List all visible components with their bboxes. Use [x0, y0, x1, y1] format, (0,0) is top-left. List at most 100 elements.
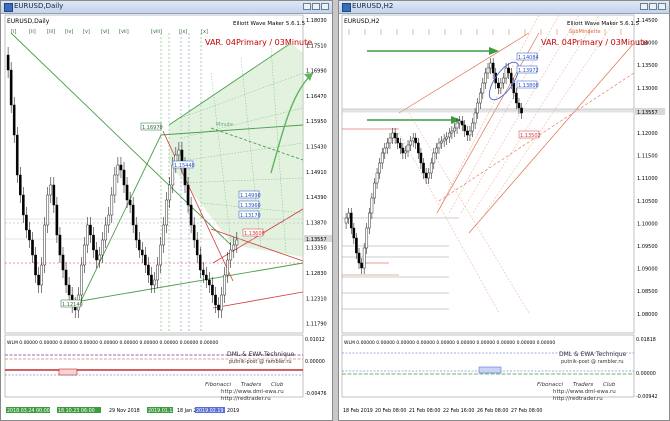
email-label: putnik-post @ rambler.ru — [229, 359, 292, 365]
time-axis-label: 26 Feb 08:00 — [477, 408, 508, 414]
candle-body — [468, 130, 472, 136]
price-axis-label: 1.13870 — [306, 220, 327, 226]
price-axis-label: 1.10500 — [637, 199, 658, 205]
url2-label: http://redtrader.ru — [553, 396, 603, 402]
time-axis-label: 2019 — [227, 408, 239, 414]
time-axis-label: 18 Feb 2019 — [343, 408, 373, 414]
candle-body — [486, 67, 490, 74]
wlm-axis-label: -0.00476 — [305, 391, 327, 397]
wlm-axis-label: 0.01012 — [305, 337, 325, 343]
candle-body — [34, 254, 37, 276]
candle-body — [409, 140, 412, 146]
candle-body — [43, 224, 46, 266]
price-axis-label: 1.14500 — [637, 18, 658, 24]
candle-body — [186, 184, 190, 206]
price-box: 1.16970 — [142, 125, 163, 131]
candle-body — [86, 224, 89, 246]
candle-body — [509, 72, 513, 84]
candle-body — [220, 294, 223, 311]
wlm-label: WLM 0.00000 0.00000 0.00000 0.00000 0.00… — [7, 340, 218, 346]
candle-body — [205, 274, 208, 281]
h2-chart-canvas[interactable]: EURUSD,H2 Elliott Wave Maker 5.6.1.5 Sub… — [339, 13, 670, 421]
candle-body — [92, 234, 95, 251]
price-axis-label: 1.13500 — [637, 63, 658, 69]
h2-window-title: EURUSD,H2 — [352, 2, 394, 10]
candle-body — [46, 194, 50, 226]
wave-label: [ix] — [179, 29, 187, 35]
candle-body — [427, 172, 430, 179]
minimize-button[interactable] — [303, 3, 311, 10]
wave-label: [v] — [83, 29, 90, 35]
price-axis-label: 1.11500 — [637, 154, 658, 160]
candle-body — [165, 199, 169, 226]
candle-body — [217, 304, 220, 311]
candle-body — [406, 144, 410, 152]
candle-body — [104, 224, 107, 241]
time-axis-label: 27 Feb 08:00 — [511, 408, 542, 414]
h2-indicator-name: Elliott Wave Maker 5.6.1.5 — [567, 21, 640, 27]
candle-body — [195, 239, 199, 256]
candle-body — [442, 138, 446, 142]
price-axis-label: 1.12830 — [306, 271, 327, 277]
price-axis-label: 1.12310 — [306, 296, 327, 302]
candle-body — [424, 172, 428, 179]
candle-body — [116, 164, 120, 176]
candle-body — [437, 142, 441, 149]
minimize-button[interactable] — [640, 3, 648, 10]
candle-body — [192, 224, 196, 241]
maximize-button[interactable] — [312, 3, 320, 10]
price-box: 1.13600 — [244, 231, 265, 237]
price-axis-label: 1.15430 — [306, 145, 327, 151]
chart-window-icon — [342, 3, 351, 12]
price-box: 1.15440 — [174, 163, 195, 169]
candle-body — [481, 82, 485, 94]
close-button[interactable] — [321, 3, 329, 10]
candle-body — [455, 122, 459, 129]
price-box: 1.13170 — [240, 213, 261, 219]
club-label: Fibonacci Traders Club — [537, 382, 616, 388]
wave-label: [ii] — [29, 29, 36, 35]
price-box: 1.13800 — [518, 83, 539, 89]
h2-chart-window[interactable]: EURUSD,H2 EURUSD,H2 Elliott Wave Maker 5… — [338, 0, 670, 421]
candle-body — [55, 204, 59, 236]
candle-body — [357, 252, 361, 264]
close-button[interactable] — [658, 3, 666, 10]
candle-body — [214, 294, 217, 306]
candle-body — [22, 194, 25, 216]
candle-body — [445, 136, 449, 140]
daily-window-title: EURUSD,Daily — [14, 2, 64, 10]
candle-body — [98, 254, 101, 261]
candle-body — [25, 214, 28, 231]
candle-body — [360, 262, 363, 269]
candle-body — [107, 214, 111, 226]
time-axis-label: 21 Feb 08:00 — [409, 408, 440, 414]
wave-label: [viii] — [151, 29, 162, 35]
daily-chart-canvas[interactable]: EURUSD,Daily Elliott Wave Maker 5.6.1.5 … — [1, 13, 333, 421]
candle-body — [378, 162, 381, 174]
price-axis-label: 1.11790 — [306, 322, 327, 328]
maximize-button[interactable] — [649, 3, 657, 10]
candle-body — [520, 107, 523, 114]
candle-body — [491, 62, 495, 74]
candle-body — [64, 269, 68, 286]
daily-indicator-name: Elliott Wave Maker 5.6.1.5 — [233, 21, 306, 27]
wlm-axis-label: -0.00942 — [636, 394, 658, 400]
candle-body — [89, 224, 92, 236]
candle-body — [380, 152, 384, 164]
candle-body — [504, 67, 508, 79]
daily-var-label: VAR. 04Primary / 03Minute — [205, 38, 312, 47]
candle-body — [6, 54, 10, 71]
candle-body — [352, 227, 356, 239]
candle-body — [375, 172, 379, 184]
candle-body — [365, 227, 369, 249]
candle-body — [463, 124, 467, 132]
time-axis-label: 2018.03.24 00:00 — [7, 408, 50, 414]
price-axis-label: 1.16990 — [306, 69, 327, 75]
candle-body — [156, 264, 159, 281]
daily-chart-window[interactable]: EURUSD,Daily EURUSD,Daily Elliott Wave M… — [0, 0, 333, 421]
candle-body — [101, 239, 104, 256]
candle-body — [368, 212, 371, 229]
brand-label: DML & EWA Technique — [559, 351, 627, 358]
candle-body — [61, 254, 65, 271]
candle-body — [122, 169, 126, 186]
